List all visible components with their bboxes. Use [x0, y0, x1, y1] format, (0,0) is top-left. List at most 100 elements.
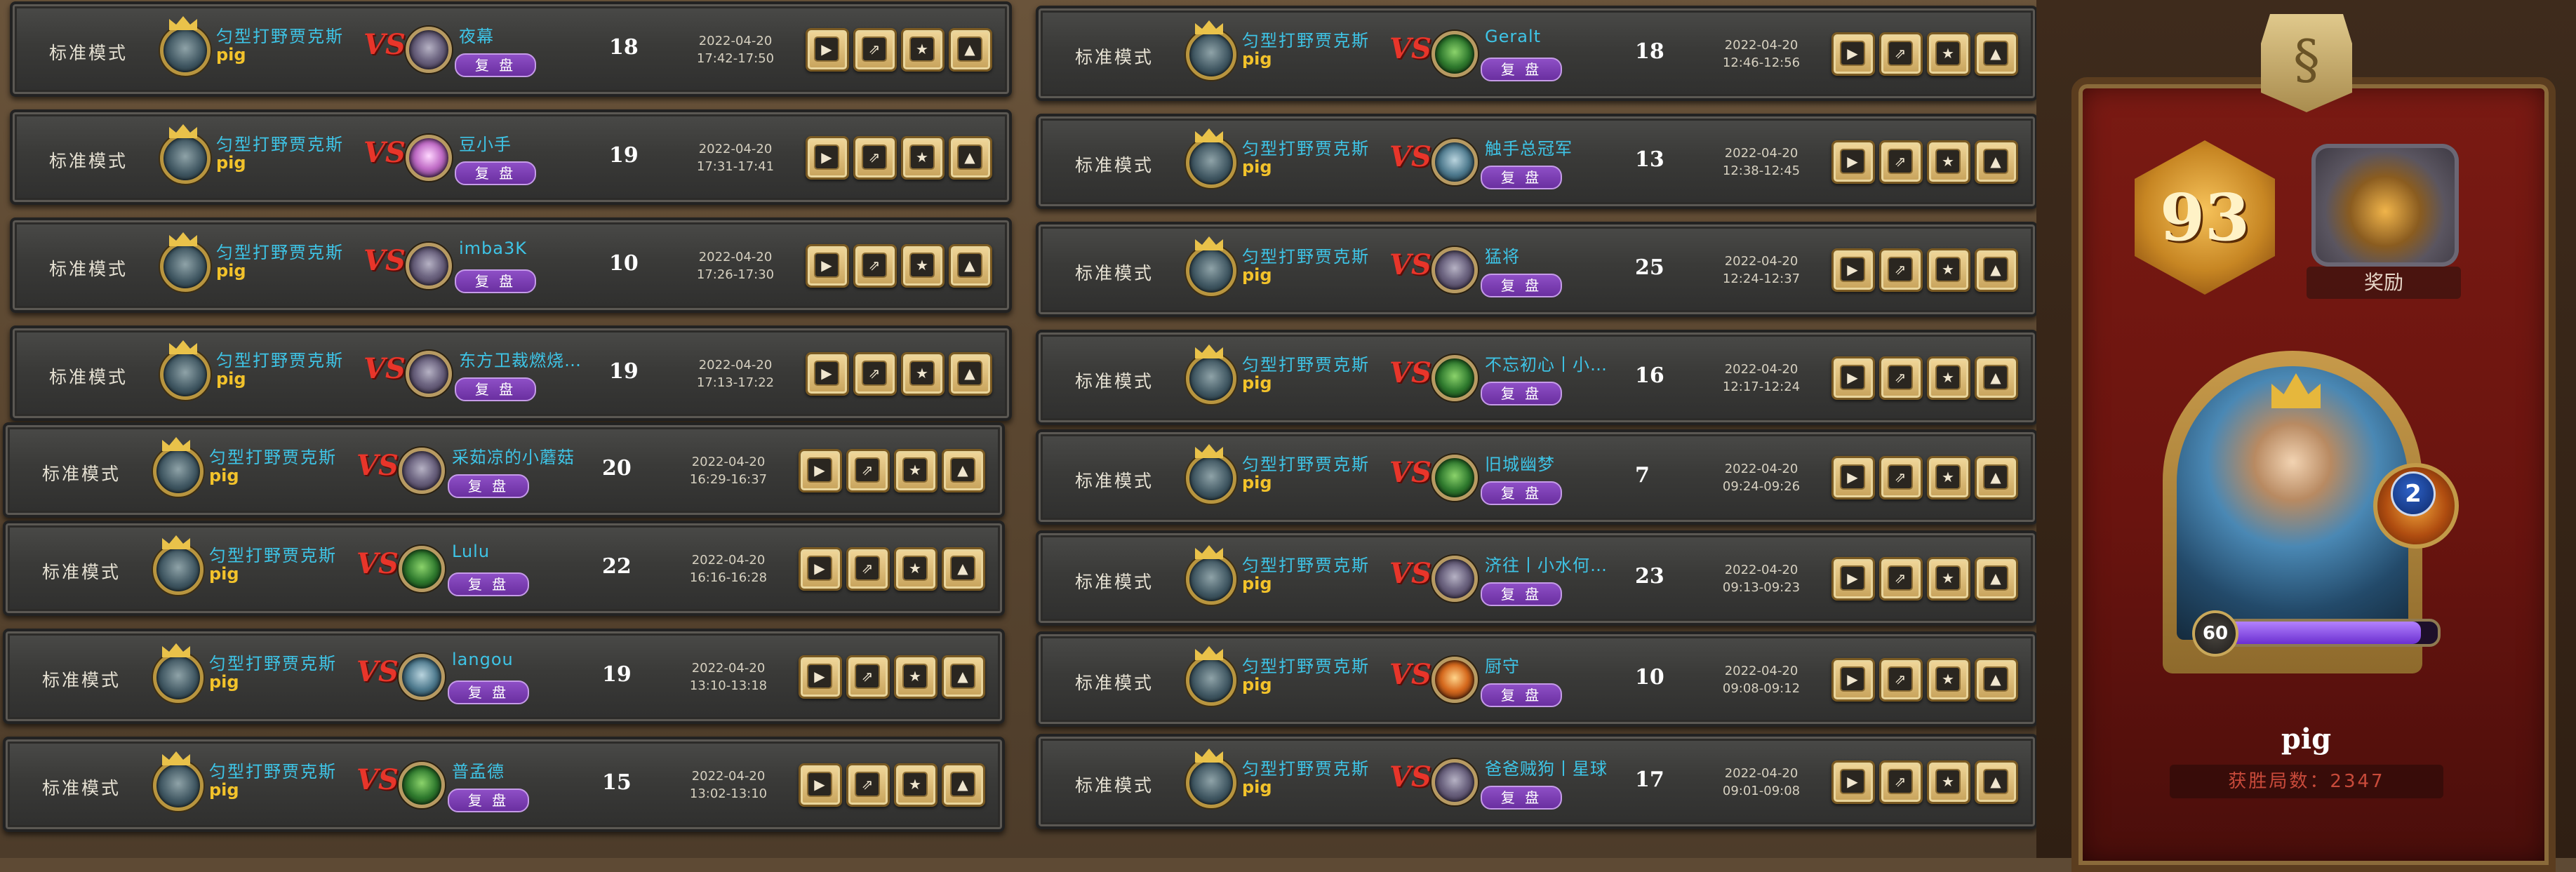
favorite-button[interactable]: ★	[1927, 140, 1970, 184]
replay-button[interactable]: 复 盘	[455, 269, 536, 293]
match-row[interactable]: 标准模式 匀型打野贾克斯 pig VS imba3K 复 盘 10 2022-0…	[10, 217, 1012, 313]
favorite-button[interactable]: ★	[1927, 356, 1970, 400]
share-button[interactable]: ⇗	[846, 763, 890, 807]
play-button[interactable]: ▶	[799, 547, 842, 591]
match-row[interactable]: 标准模式 匀型打野贾克斯 pig VS 触手总冠军 复 盘 13 2022-04…	[1036, 114, 2038, 209]
play-button[interactable]: ▶	[806, 352, 849, 396]
match-row[interactable]: 标准模式 匀型打野贾克斯 pig VS 爸爸贼狗丨星球 复 盘 17 2022-…	[1036, 734, 2038, 829]
favorite-button[interactable]: ★	[1927, 248, 1970, 292]
warning-button[interactable]: ▲	[949, 352, 992, 396]
warning-button[interactable]: ▲	[949, 28, 992, 72]
replay-button[interactable]: 复 盘	[1481, 786, 1562, 810]
favorite-button[interactable]: ★	[901, 352, 945, 396]
match-row[interactable]: 标准模式 匀型打野贾克斯 pig VS 普孟德 复 盘 15 2022-04-2…	[3, 737, 1005, 832]
match-row[interactable]: 标准模式 匀型打野贾克斯 pig VS langou 复 盘 19 2022-0…	[3, 629, 1005, 724]
warning-button[interactable]: ▲	[942, 763, 985, 807]
favorite-button[interactable]: ★	[894, 655, 937, 699]
share-button[interactable]: ⇗	[853, 136, 897, 180]
replay-button[interactable]: 复 盘	[1481, 683, 1562, 707]
share-button[interactable]: ⇗	[1879, 658, 1923, 702]
favorite-button[interactable]: ★	[901, 136, 945, 180]
warning-button[interactable]: ▲	[1975, 456, 2018, 499]
favorite-button[interactable]: ★	[1927, 760, 1970, 804]
warning-button[interactable]: ▲	[1975, 658, 2018, 702]
favorite-button[interactable]: ★	[1927, 557, 1970, 601]
play-button[interactable]: ▶	[806, 136, 849, 180]
warning-button[interactable]: ▲	[949, 136, 992, 180]
replay-button[interactable]: 复 盘	[448, 789, 529, 812]
favorite-button[interactable]: ★	[1927, 32, 1970, 76]
match-row[interactable]: 标准模式 匀型打野贾克斯 pig VS Geralt 复 盘 18 2022-0…	[1036, 6, 2038, 101]
share-button[interactable]: ⇗	[1879, 557, 1923, 601]
player-account: pig	[1242, 373, 1272, 393]
share-button[interactable]: ⇗	[846, 449, 890, 492]
replay-button[interactable]: 复 盘	[1481, 582, 1562, 606]
replay-button[interactable]: 复 盘	[455, 161, 536, 185]
match-row[interactable]: 标准模式 匀型打野贾克斯 pig VS 厨守 复 盘 10 2022-04-20…	[1036, 631, 2038, 727]
favorite-button[interactable]: ★	[894, 547, 937, 591]
share-button[interactable]: ⇗	[1879, 760, 1923, 804]
reward-label[interactable]: 奖励	[2307, 267, 2461, 299]
favorite-button[interactable]: ★	[894, 449, 937, 492]
match-row[interactable]: 标准模式 匀型打野贾克斯 pig VS 猛将 复 盘 25 2022-04-20…	[1036, 222, 2038, 317]
match-row[interactable]: 标准模式 匀型打野贾克斯 pig VS 豆小手 复 盘 19 2022-04-2…	[10, 109, 1012, 205]
play-button[interactable]: ▶	[799, 449, 842, 492]
replay-button[interactable]: 复 盘	[1481, 274, 1562, 297]
favorite-button[interactable]: ★	[901, 28, 945, 72]
play-button[interactable]: ▶	[806, 244, 849, 288]
match-row[interactable]: 标准模式 匀型打野贾克斯 pig VS 夜幕 复 盘 18 2022-04-20…	[10, 1, 1012, 97]
share-button[interactable]: ⇗	[1879, 248, 1923, 292]
warning-button[interactable]: ▲	[1975, 140, 2018, 184]
replay-button[interactable]: 复 盘	[455, 53, 536, 77]
warning-button[interactable]: ▲	[949, 244, 992, 288]
warning-button[interactable]: ▲	[1975, 32, 2018, 76]
reward-chest-icon[interactable]	[2311, 144, 2459, 267]
share-button[interactable]: ⇗	[1879, 32, 1923, 76]
share-button[interactable]: ⇗	[853, 244, 897, 288]
replay-button[interactable]: 复 盘	[1481, 382, 1562, 405]
replay-button[interactable]: 复 盘	[448, 572, 529, 596]
share-button[interactable]: ⇗	[846, 655, 890, 699]
warning-button[interactable]: ▲	[1975, 248, 2018, 292]
warning-button[interactable]: ▲	[1975, 760, 2018, 804]
share-button[interactable]: ⇗	[846, 547, 890, 591]
match-row[interactable]: 标准模式 匀型打野贾克斯 pig VS 济往丨小水何… 复 盘 23 2022-…	[1036, 530, 2038, 626]
play-button[interactable]: ▶	[806, 28, 849, 72]
replay-button[interactable]: 复 盘	[1481, 481, 1562, 505]
replay-button[interactable]: 复 盘	[1481, 166, 1562, 189]
match-row[interactable]: 标准模式 匀型打野贾克斯 pig VS Lulu 复 盘 22 2022-04-…	[3, 521, 1005, 616]
share-button[interactable]: ⇗	[1879, 356, 1923, 400]
play-button[interactable]: ▶	[799, 655, 842, 699]
play-button[interactable]: ▶	[1831, 557, 1875, 601]
share-button[interactable]: ⇗	[1879, 456, 1923, 499]
match-row[interactable]: 标准模式 匀型打野贾克斯 pig VS 东方卫裁燃烧… 复 盘 19 2022-…	[10, 326, 1012, 421]
replay-button[interactable]: 复 盘	[455, 377, 536, 401]
replay-button[interactable]: 复 盘	[448, 680, 529, 704]
share-button[interactable]: ⇗	[1879, 140, 1923, 184]
player-account: pig	[216, 369, 246, 389]
favorite-button[interactable]: ★	[901, 244, 945, 288]
play-button[interactable]: ▶	[1831, 658, 1875, 702]
replay-button[interactable]: 复 盘	[448, 474, 529, 498]
share-button[interactable]: ⇗	[853, 352, 897, 396]
play-button[interactable]: ▶	[1831, 248, 1875, 292]
share-button[interactable]: ⇗	[853, 28, 897, 72]
warning-button[interactable]: ▲	[942, 449, 985, 492]
favorite-button[interactable]: ★	[1927, 456, 1970, 499]
match-row[interactable]: 标准模式 匀型打野贾克斯 pig VS 不忘初心丨小… 复 盘 16 2022-…	[1036, 330, 2038, 425]
play-button[interactable]: ▶	[799, 763, 842, 807]
warning-button[interactable]: ▲	[1975, 356, 2018, 400]
match-row[interactable]: 标准模式 匀型打野贾克斯 pig VS 采茹凉的小蘑菇 复 盘 20 2022-…	[3, 422, 1005, 518]
warning-button[interactable]: ▲	[942, 655, 985, 699]
match-row[interactable]: 标准模式 匀型打野贾克斯 pig VS 旧城幽梦 复 盘 7 2022-04-2…	[1036, 429, 2038, 525]
play-button[interactable]: ▶	[1831, 760, 1875, 804]
favorite-button[interactable]: ★	[894, 763, 937, 807]
warning-button[interactable]: ▲	[942, 547, 985, 591]
warning-button[interactable]: ▲	[1975, 557, 2018, 601]
play-button[interactable]: ▶	[1831, 356, 1875, 400]
play-button[interactable]: ▶	[1831, 140, 1875, 184]
replay-button[interactable]: 复 盘	[1481, 58, 1562, 81]
favorite-button[interactable]: ★	[1927, 658, 1970, 702]
play-button[interactable]: ▶	[1831, 32, 1875, 76]
play-button[interactable]: ▶	[1831, 456, 1875, 499]
